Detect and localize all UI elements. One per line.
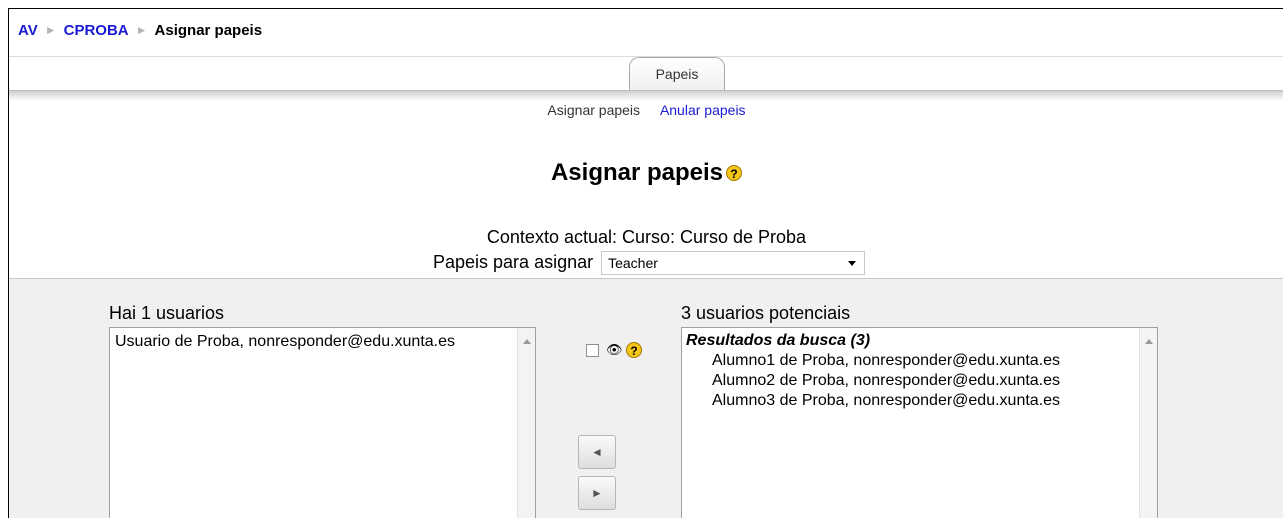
- existing-users-list[interactable]: Usuario de Proba, nonresponder@edu.xunta…: [109, 327, 536, 518]
- breadcrumb-separator-icon: ►: [135, 23, 148, 37]
- remove-user-button[interactable]: ►: [578, 476, 616, 510]
- breadcrumb-current: Asignar papeis: [154, 22, 263, 39]
- existing-user-option[interactable]: Usuario de Proba, nonresponder@edu.xunta…: [115, 331, 535, 353]
- page-frame: AV ► CPROBA ► Asignar papeis Papeis Asignar …: [8, 8, 1283, 518]
- existing-users-label: Hai 1 usuarios: [109, 303, 225, 323]
- breadcrumb: AV ► CPROBA ► Asignar papeis: [18, 22, 262, 39]
- potential-user-option[interactable]: Alumno3 de Proba, nonresponder@edu.xunta…: [686, 391, 1157, 411]
- subtab-asignar-papeis[interactable]: Asignar papeis: [547, 102, 640, 118]
- potential-user-option[interactable]: Alumno2 de Proba, nonresponder@edu.xunta…: [686, 371, 1157, 391]
- tab-papeis[interactable]: Papeis: [629, 57, 725, 90]
- help-icon[interactable]: ?: [726, 164, 743, 181]
- dropdown-arrow-icon: [848, 261, 857, 266]
- breadcrumb-link-av[interactable]: AV: [18, 22, 38, 39]
- breadcrumb-link-cproba[interactable]: CPROBA: [64, 22, 129, 39]
- role-row: Papeis para asignar Teacher: [433, 251, 866, 275]
- existing-list-scrollbar[interactable]: [517, 328, 535, 518]
- scroll-up-icon[interactable]: [1145, 339, 1153, 344]
- potential-list-scrollbar[interactable]: [1139, 328, 1157, 518]
- potential-users-list[interactable]: Resultados da busca (3) Alumno1 de Proba…: [681, 327, 1158, 518]
- scroll-up-icon[interactable]: [523, 339, 531, 344]
- subtabs: Asignar papeis Anular papeis: [9, 102, 1283, 118]
- tab-bar: [9, 90, 1283, 101]
- add-user-button[interactable]: ◄: [578, 435, 616, 469]
- subtab-anular-papeis[interactable]: Anular papeis: [660, 102, 746, 118]
- show-hidden-checkbox[interactable]: [586, 344, 599, 357]
- role-select[interactable]: Teacher: [601, 251, 866, 275]
- eye-icon: 👁: [606, 342, 623, 357]
- role-label: Papeis para asignar: [433, 251, 594, 272]
- role-select-value: Teacher: [608, 255, 658, 271]
- page-title-text: Asignar papeis: [550, 159, 724, 186]
- breadcrumb-separator-icon: ►: [44, 23, 57, 37]
- potential-user-option[interactable]: Alumno1 de Proba, nonresponder@edu.xunta…: [686, 351, 1157, 371]
- potential-users-label: 3 usuarios potenciais: [681, 303, 851, 323]
- page-title: Asignar papeis?: [9, 159, 1283, 187]
- help-icon[interactable]: ?: [626, 342, 642, 358]
- context-text: Contexto actual: Curso: Curso de Proba: [486, 227, 807, 247]
- search-results-group: Resultados da busca (3): [686, 332, 871, 349]
